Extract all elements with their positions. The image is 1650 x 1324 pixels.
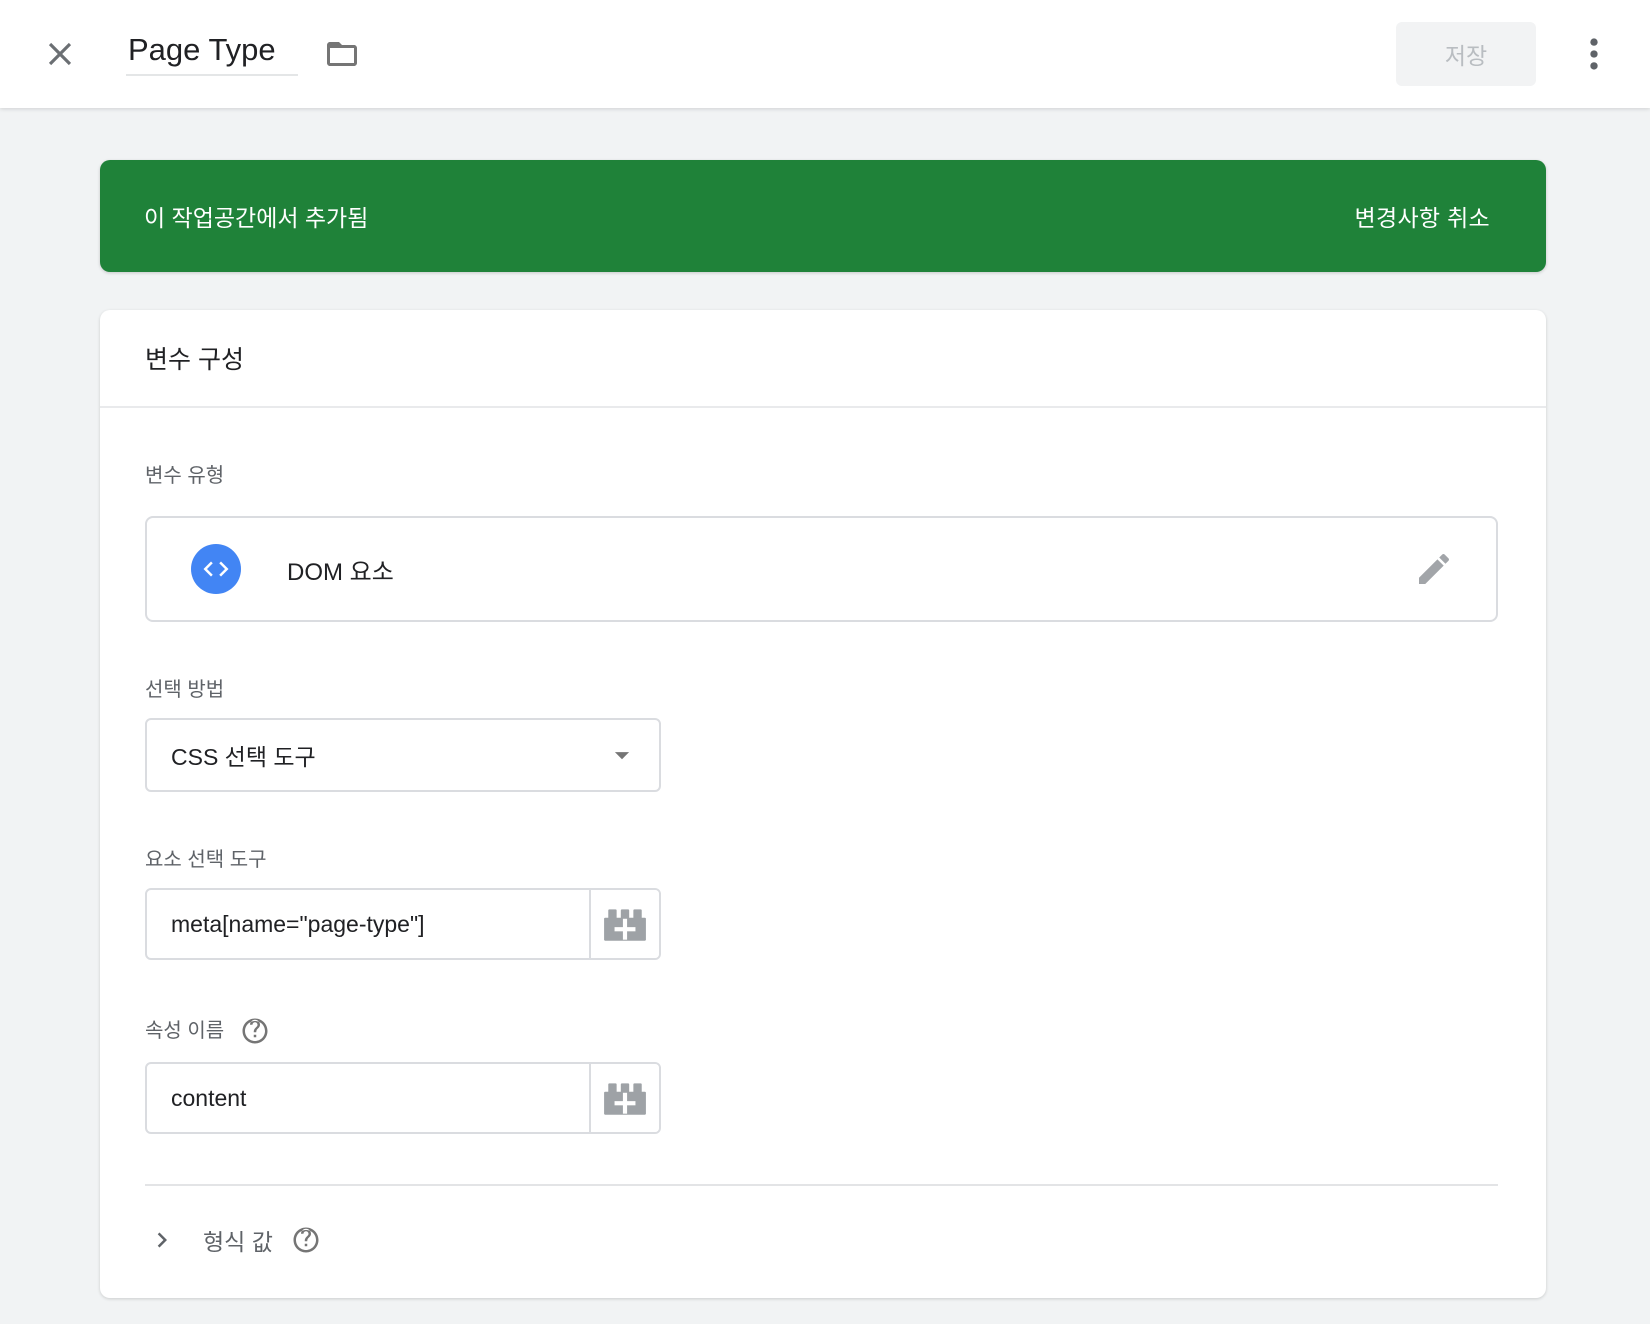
variable-type-value: DOM 요소 xyxy=(287,552,1410,587)
pencil-icon xyxy=(1414,549,1454,589)
workspace-banner: 이 작업공간에서 추가됨 변경사항 취소 xyxy=(100,160,1546,272)
top-bar: Page Type 저장 xyxy=(0,0,1650,108)
lego-brick-plus-icon xyxy=(602,905,648,943)
folder-icon[interactable] xyxy=(324,36,360,72)
card-body: 변수 유형 DOM 요소 선택 방법 xyxy=(100,464,1546,1298)
close-button[interactable] xyxy=(34,28,86,80)
variable-config-card: 변수 구성 변수 유형 DOM 요소 xyxy=(100,310,1546,1298)
help-icon[interactable] xyxy=(291,1225,321,1255)
insert-variable-button[interactable] xyxy=(589,890,659,958)
element-selector-label: 요소 선택 도구 xyxy=(145,848,1498,872)
variable-name-title[interactable]: Page Type xyxy=(126,32,298,77)
format-value-expander[interactable]: 형식 값 xyxy=(145,1214,1498,1266)
attribute-name-group xyxy=(145,1062,661,1134)
help-icon[interactable] xyxy=(240,1016,270,1046)
close-icon xyxy=(41,35,79,73)
save-button[interactable]: 저장 xyxy=(1396,22,1536,86)
selection-method-value: CSS 선택 도구 xyxy=(171,738,605,772)
discard-changes-button[interactable]: 변경사항 취소 xyxy=(1355,199,1490,233)
selection-method-select[interactable]: CSS 선택 도구 xyxy=(145,718,661,792)
selection-method-label: 선택 방법 xyxy=(145,678,1498,702)
page-content: 이 작업공간에서 추가됨 변경사항 취소 변수 구성 변수 유형 DOM 요소 xyxy=(0,108,1650,1324)
element-selector-input[interactable] xyxy=(147,890,589,958)
attribute-name-label: 속성 이름 xyxy=(145,1016,1498,1046)
attribute-name-input[interactable] xyxy=(147,1064,589,1132)
card-title: 변수 구성 xyxy=(100,310,1546,408)
chevron-right-icon xyxy=(147,1225,177,1255)
format-value-label: 형식 값 xyxy=(203,1223,273,1257)
kebab-icon xyxy=(1573,33,1615,75)
edit-variable-type-button[interactable] xyxy=(1410,545,1458,593)
element-selector-group xyxy=(145,888,661,960)
variable-type-label: 변수 유형 xyxy=(145,464,1498,488)
dom-element-icon xyxy=(191,544,241,594)
variable-type-box[interactable]: DOM 요소 xyxy=(145,516,1498,622)
overflow-menu-button[interactable] xyxy=(1568,28,1620,80)
lego-brick-plus-icon xyxy=(602,1079,648,1117)
banner-message: 이 작업공간에서 추가됨 xyxy=(144,199,1355,233)
dropdown-arrow-icon xyxy=(605,738,639,772)
attribute-name-label-text: 속성 이름 xyxy=(145,1019,224,1043)
insert-variable-button[interactable] xyxy=(589,1064,659,1132)
section-divider xyxy=(145,1184,1498,1186)
